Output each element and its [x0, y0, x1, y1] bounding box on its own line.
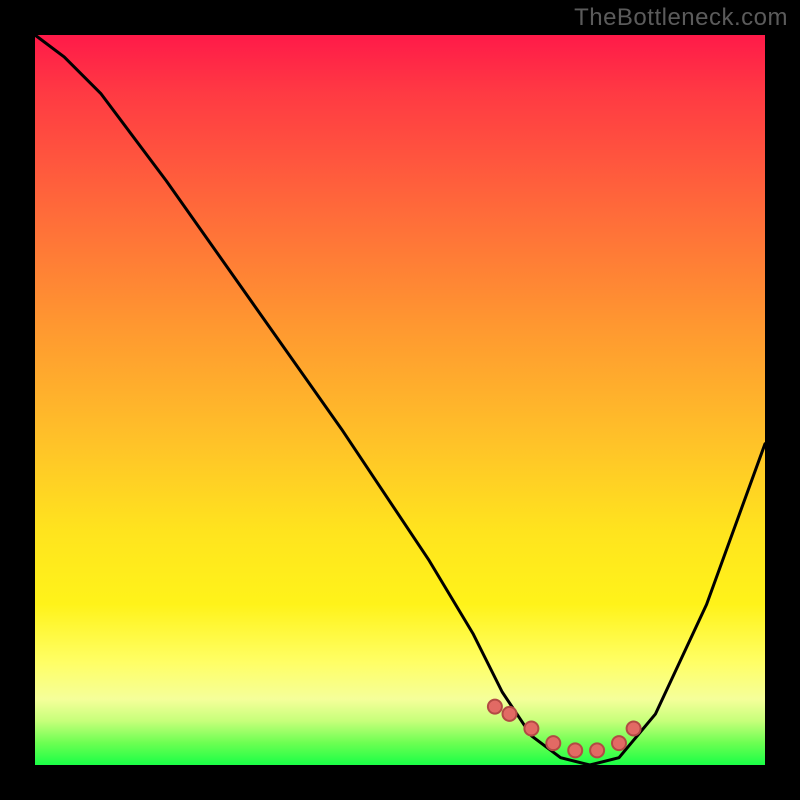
marker-dot	[627, 722, 641, 736]
bottleneck-curve	[35, 35, 765, 765]
marker-dot	[590, 743, 604, 757]
highlight-markers	[488, 700, 641, 758]
curve-layer	[35, 35, 765, 765]
marker-dot	[524, 722, 538, 736]
marker-dot	[612, 736, 626, 750]
chart-container: TheBottleneck.com	[0, 0, 800, 800]
watermark-text: TheBottleneck.com	[574, 4, 788, 32]
marker-dot	[503, 707, 517, 721]
marker-dot	[568, 743, 582, 757]
marker-dot	[546, 736, 560, 750]
marker-dot	[488, 700, 502, 714]
